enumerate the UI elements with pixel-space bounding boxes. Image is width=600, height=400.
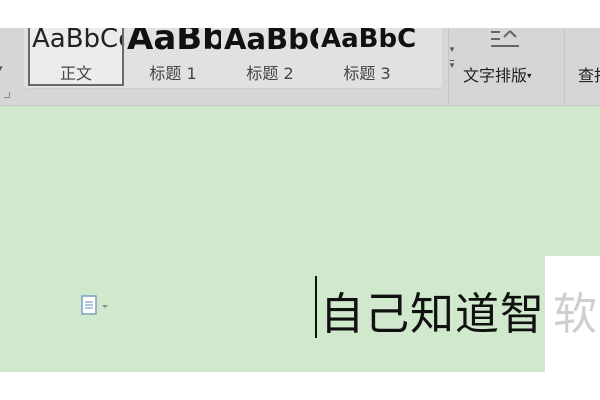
style-heading-2[interactable]: AaBbC 标题 2 (222, 28, 318, 86)
style-heading-1[interactable]: AaBb 标题 1 (125, 28, 221, 86)
style-heading-3[interactable]: AaBbCcI 标题 3 (319, 28, 415, 86)
paste-options-icon[interactable] (80, 294, 108, 318)
dialog-launcher-icon[interactable] (4, 92, 10, 98)
text-layout-icon (491, 30, 519, 47)
style-label: 正文 (59, 64, 92, 83)
title-strip (0, 0, 600, 28)
ribbon-toolbar: ▾ AaBbCcDd 正文 AaBb 标题 1 AaBbC 标题 2 AaBbC… (0, 28, 600, 106)
ribbon-divider (448, 28, 449, 104)
ribbon-divider (564, 28, 565, 104)
style-label: 标题 1 (149, 64, 197, 83)
style-preview: AaBb (127, 28, 221, 58)
find-button[interactable]: 查找 (578, 62, 600, 86)
style-preview: AaBbCcDd (32, 28, 122, 54)
text-layout-button[interactable]: 文字排版▾ (455, 28, 555, 100)
style-preview: AaBbCcI (321, 28, 415, 54)
style-preview: AaBbC (224, 28, 318, 56)
style-label: 标题 3 (343, 64, 391, 83)
chevron-down-icon[interactable]: ▾ (0, 64, 3, 74)
style-gallery: AaBbCcDd 正文 AaBb 标题 1 AaBbC 标题 2 AaBbCcI… (24, 28, 454, 89)
document-canvas[interactable]: 自己知道智 软 (0, 106, 600, 372)
document-text[interactable]: 自己知道智 (320, 278, 545, 342)
chevron-down-icon: ▾ (527, 71, 532, 82)
style-label: 标题 2 (246, 64, 294, 83)
document-ghost-text: 软 (553, 289, 597, 340)
page-gap (0, 372, 600, 400)
text-layout-label: 文字排版▾ (463, 66, 532, 85)
text-cursor (315, 276, 317, 338)
style-normal[interactable]: AaBbCcDd 正文 (28, 28, 124, 86)
